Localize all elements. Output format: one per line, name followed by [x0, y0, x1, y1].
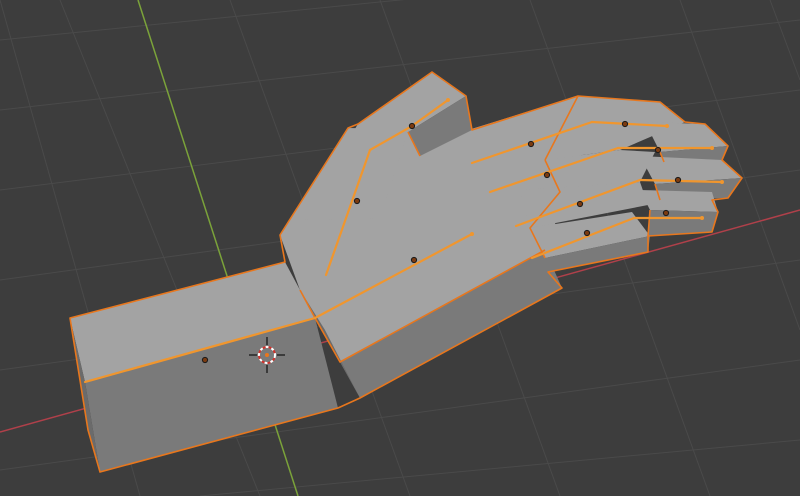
finger-ring-tip — [640, 190, 718, 212]
bone-tip — [665, 124, 669, 128]
origin-point — [353, 197, 361, 205]
origin-point — [621, 120, 629, 128]
bone-tip — [720, 180, 724, 184]
origin-point — [674, 176, 682, 184]
origin-point — [410, 256, 418, 264]
origin-point — [543, 171, 551, 179]
origin-point — [662, 209, 670, 217]
origin-point — [201, 356, 209, 364]
bone-tip — [470, 232, 474, 236]
origin-point — [576, 200, 584, 208]
origin-point — [654, 146, 662, 154]
bone-tip — [446, 98, 450, 102]
origin-point — [408, 122, 416, 130]
viewport-canvas[interactable] — [0, 0, 800, 496]
origin-point — [583, 229, 591, 237]
3d-viewport[interactable] — [0, 0, 800, 496]
hand-mesh[interactable] — [69, 71, 743, 473]
bone-tip — [700, 216, 704, 220]
origin-point — [527, 140, 535, 148]
bone-tip — [710, 146, 714, 150]
